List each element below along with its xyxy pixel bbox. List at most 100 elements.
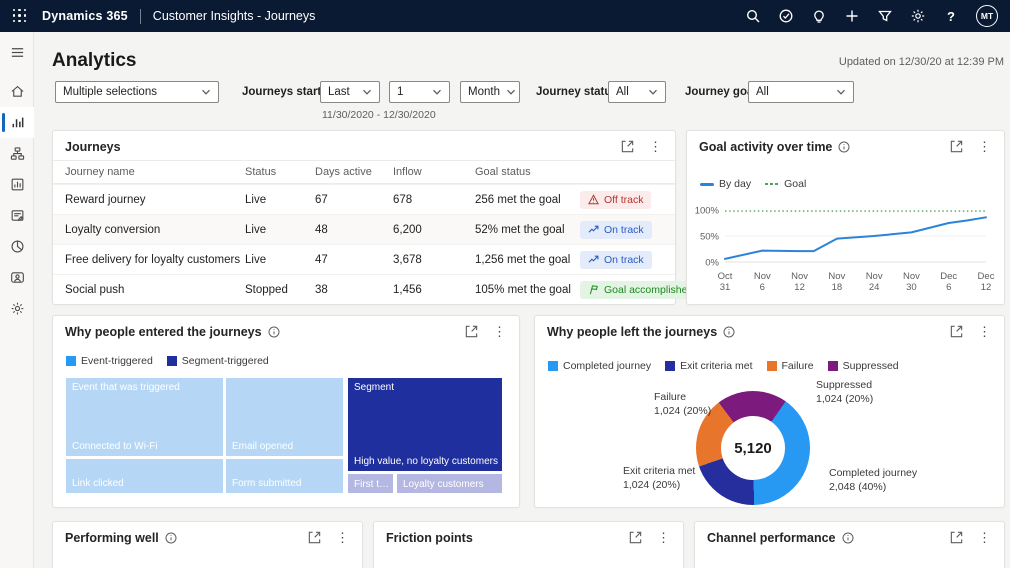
journey-name: Social push	[65, 284, 124, 296]
journey-status-dropdown[interactable]: All	[608, 81, 666, 103]
svg-text:50%: 50%	[700, 232, 720, 243]
svg-text:Nov: Nov	[866, 271, 883, 282]
sidebar-item-home[interactable]	[0, 76, 34, 107]
column-inflow[interactable]: Inflow	[393, 166, 422, 178]
last-updated-text: Updated on 12/30/20 at 12:39 PM	[839, 56, 1004, 68]
treemap-tile-high-value[interactable]: Segment High value, no loyalty customers	[348, 378, 502, 471]
suppressed-swatch	[828, 361, 838, 371]
svg-text:31: 31	[720, 282, 731, 293]
treemap-tile-first-time[interactable]: First time ...	[348, 474, 393, 493]
legend-label: Suppressed	[843, 360, 899, 372]
lightbulb-icon[interactable]	[811, 8, 827, 24]
slice-label: Completed journey	[829, 466, 917, 480]
journeys-table-header: Journey name Status Days active Inflow G…	[53, 160, 675, 184]
filter-funnel-icon[interactable]	[877, 8, 893, 24]
info-icon[interactable]	[723, 326, 735, 338]
info-icon[interactable]	[842, 532, 854, 544]
starting-unit-value: Month	[468, 86, 500, 98]
sidebar-item-forms[interactable]	[0, 200, 34, 231]
app-launcher-icon[interactable]	[12, 8, 28, 24]
info-icon[interactable]	[268, 326, 280, 338]
journey-goal-text: 256 met the goal	[475, 194, 561, 206]
search-icon[interactable]	[745, 8, 761, 24]
status-badge-on-track: On track	[580, 251, 652, 269]
treemap-tile-form-submitted[interactable]: Form submitted	[226, 459, 343, 493]
donut-label-suppressed: Suppressed 1,024 (20%)	[816, 378, 873, 406]
event-triggered-swatch	[66, 356, 76, 366]
expand-icon[interactable]	[464, 324, 479, 339]
starting-unit-dropdown[interactable]: Month	[460, 81, 520, 103]
more-options-icon[interactable]: ⋮	[977, 530, 992, 545]
legend-label: Segment-triggered	[182, 355, 269, 367]
legend-item-segment-triggered: Segment-triggered	[167, 355, 269, 367]
user-avatar[interactable]: MT	[976, 5, 998, 27]
settings-gear-icon[interactable]	[910, 8, 926, 24]
more-options-icon[interactable]: ⋮	[977, 324, 992, 339]
sidebar-item-analytics[interactable]	[0, 107, 34, 138]
journey-days-active: 38	[315, 284, 328, 296]
app-name[interactable]: Customer Insights - Journeys	[153, 9, 316, 23]
journey-status-value: All	[616, 86, 629, 98]
svg-text:0%: 0%	[705, 258, 719, 269]
info-icon[interactable]	[165, 532, 177, 544]
more-options-icon[interactable]: ⋮	[648, 139, 663, 154]
column-days-active[interactable]: Days active	[315, 166, 372, 178]
journey-name: Reward journey	[65, 194, 146, 206]
brand-label[interactable]: Dynamics 365	[42, 9, 128, 23]
plus-icon[interactable]	[844, 8, 860, 24]
sidebar-item-journeys-flow[interactable]	[0, 138, 34, 169]
expand-icon[interactable]	[949, 324, 964, 339]
sidebar-item-reports[interactable]	[0, 169, 34, 200]
expand-icon[interactable]	[620, 139, 635, 154]
treemap-tile-link-clicked[interactable]: Link clicked	[66, 459, 223, 493]
more-options-icon[interactable]: ⋮	[656, 530, 671, 545]
table-row[interactable]: Social push Stopped 38 1,456 105% met th…	[53, 274, 675, 304]
info-icon[interactable]	[838, 141, 850, 153]
checkmark-circle-icon[interactable]	[778, 8, 794, 24]
treemap-tile-label: First time ...	[354, 479, 389, 490]
treemap-tile-email-opened[interactable]: Email opened	[226, 378, 343, 456]
treemap-tile-label: Form submitted	[232, 478, 339, 489]
sidebar-item-segments-pie[interactable]	[0, 231, 34, 262]
legend-item-event-triggered: Event-triggered	[66, 355, 153, 367]
expand-icon[interactable]	[307, 530, 322, 545]
table-row[interactable]: Reward journey Live 67 678 256 met the g…	[53, 184, 675, 214]
column-goal-status[interactable]: Goal status	[475, 166, 531, 178]
legend-label: Exit criteria met	[680, 360, 752, 372]
segment-triggered-swatch	[167, 356, 177, 366]
journey-goal-dropdown[interactable]: All	[748, 81, 854, 103]
expand-icon[interactable]	[949, 530, 964, 545]
channel-performance-title: Channel performance	[707, 531, 836, 545]
sidebar-menu-toggle[interactable]	[0, 37, 34, 68]
svg-text:6: 6	[760, 282, 765, 293]
starting-count-dropdown[interactable]: 1	[389, 81, 450, 103]
goal-activity-title: Goal activity over time	[699, 140, 832, 154]
journey-selection-dropdown[interactable]: Multiple selections	[55, 81, 219, 103]
help-icon[interactable]: ?	[943, 8, 959, 24]
trending-up-icon	[588, 224, 599, 235]
column-journey-name[interactable]: Journey name	[65, 166, 135, 178]
column-status[interactable]: Status	[245, 166, 276, 178]
table-row[interactable]: Loyalty conversion Live 48 6,200 52% met…	[53, 214, 675, 244]
more-options-icon[interactable]: ⋮	[335, 530, 350, 545]
svg-text:30: 30	[906, 282, 917, 293]
more-options-icon[interactable]: ⋮	[977, 139, 992, 154]
starting-range-dropdown[interactable]: Last	[320, 81, 380, 103]
expand-icon[interactable]	[628, 530, 643, 545]
svg-text:12: 12	[794, 282, 805, 293]
status-badge-accomplished: Goal accomplished	[580, 281, 701, 299]
slice-label: Exit criteria met	[623, 464, 695, 478]
more-options-icon[interactable]: ⋮	[492, 324, 507, 339]
legend-item-failure: Failure	[767, 360, 814, 372]
journey-inflow: 3,678	[393, 254, 422, 266]
sidebar-item-audience[interactable]	[0, 262, 34, 293]
treemap-tile-connected-to-wifi[interactable]: Event that was triggered Connected to Wi…	[66, 378, 223, 456]
table-row[interactable]: Free delivery for loyalty customers Live…	[53, 244, 675, 274]
svg-text:Nov: Nov	[828, 271, 845, 282]
treemap-tile-loyalty-customers[interactable]: Loyalty customers	[397, 474, 502, 493]
expand-icon[interactable]	[949, 139, 964, 154]
goal-activity-chart: 0%50%100%Oct31Nov6Nov12Nov18Nov24Nov30De…	[687, 189, 1004, 302]
treemap-tile-label: Connected to Wi-Fi	[72, 441, 219, 452]
sidebar-item-settings[interactable]	[0, 293, 34, 324]
performing-well-card: Performing well ⋮	[52, 521, 363, 568]
